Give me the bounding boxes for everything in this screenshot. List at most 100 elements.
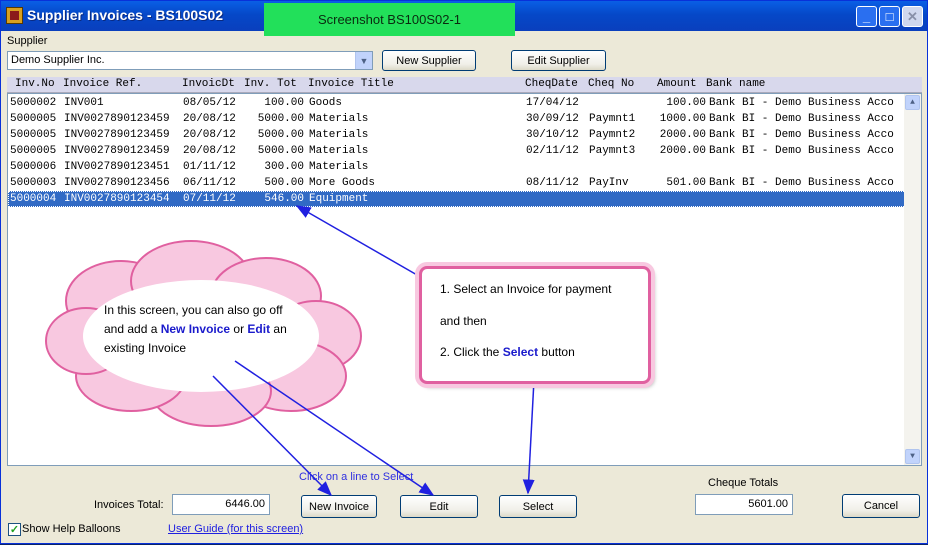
cell-inv-no: 5000004 bbox=[10, 193, 57, 205]
help-callout: 1. Select an Invoice for payment and the… bbox=[419, 266, 651, 384]
cell-inv-no: 5000003 bbox=[10, 177, 57, 189]
cell-amount: 2000.00 bbox=[659, 145, 706, 157]
cell-ref: INV0027890123451 bbox=[64, 161, 170, 173]
cell-total: 546.00 bbox=[264, 193, 304, 205]
cell-total: 500.00 bbox=[264, 177, 304, 189]
col-header-inv-no[interactable]: Inv.No bbox=[15, 78, 55, 90]
cell-title: Materials bbox=[309, 161, 369, 173]
cell-total: 100.00 bbox=[264, 97, 304, 109]
maximize-button[interactable]: □ bbox=[879, 6, 900, 27]
col-header-amount[interactable]: Amount bbox=[657, 78, 697, 90]
cell-date: 20/08/12 bbox=[183, 113, 236, 125]
cell-cheq-no: Paymnt3 bbox=[589, 145, 636, 157]
col-header-bank[interactable]: Bank name bbox=[706, 78, 765, 90]
cell-bank: Bank BI - Demo Business Acco bbox=[709, 145, 894, 157]
cell-ref: INV0027890123456 bbox=[64, 177, 170, 189]
col-header-ref[interactable]: Invoice Ref. bbox=[63, 78, 142, 90]
cloud-edit: Edit bbox=[247, 322, 271, 336]
supplier-combo[interactable]: Demo Supplier Inc. ▼ bbox=[7, 51, 373, 70]
callout-line-3: 2. Click the Select button bbox=[440, 345, 575, 359]
cell-date: 20/08/12 bbox=[183, 129, 236, 141]
table-row[interactable]: 5000003 INV0027890123456 06/11/12 500.00 Mor… bbox=[8, 175, 906, 191]
cell-ref: INV0027890123459 bbox=[64, 113, 170, 125]
new-invoice-button[interactable]: New Invoice bbox=[301, 495, 377, 518]
table-row[interactable]: 5000004 INV0027890123454 07/11/12 546.00 Equ… bbox=[8, 191, 906, 207]
cell-ref: INV0027890123459 bbox=[64, 129, 170, 141]
cell-cheq-no: PayInv bbox=[589, 177, 629, 189]
cell-date: 07/11/12 bbox=[183, 193, 236, 205]
cell-amount: 2000.00 bbox=[659, 129, 706, 141]
close-button[interactable]: ✕ bbox=[902, 6, 923, 27]
user-guide-link[interactable]: User Guide (for this screen) bbox=[168, 523, 303, 535]
cell-cheq-date: 02/11/12 bbox=[526, 145, 579, 157]
cell-date: 20/08/12 bbox=[183, 145, 236, 157]
cell-inv-no: 5000006 bbox=[10, 161, 57, 173]
screenshot-badge: Screenshot BS100S02-1 bbox=[264, 3, 515, 36]
cell-total: 300.00 bbox=[264, 161, 304, 173]
cell-amount: 1000.00 bbox=[659, 113, 706, 125]
cell-title: Materials bbox=[309, 145, 369, 157]
cell-date: 01/11/12 bbox=[183, 161, 236, 173]
app-icon bbox=[6, 7, 23, 24]
cheque-total-field: 5601.00 bbox=[695, 494, 793, 515]
cloud-text-mid: or bbox=[230, 322, 248, 336]
table-row[interactable]: 5000005 INV0027890123459 20/08/12 5000.00 Ma… bbox=[8, 143, 906, 159]
cell-bank: Bank BI - Demo Business Acco bbox=[709, 177, 894, 189]
callout-select: Select bbox=[502, 345, 539, 359]
table-row[interactable]: 5000002 INV001 08/05/12 100.00 Goods 17/04/12… bbox=[8, 95, 906, 111]
cell-cheq-date: 08/11/12 bbox=[526, 177, 579, 189]
cell-ref: INV001 bbox=[64, 97, 104, 109]
cell-bank: Bank BI - Demo Business Acco bbox=[709, 129, 894, 141]
table-row[interactable]: 5000005 INV0027890123459 20/08/12 5000.00 Ma… bbox=[8, 111, 906, 127]
cancel-button[interactable]: Cancel bbox=[842, 494, 920, 518]
col-header-date[interactable]: InvoicDt bbox=[182, 78, 235, 90]
invoices-total-field: 6446.00 bbox=[172, 494, 270, 515]
vertical-scrollbar[interactable]: ▲ ▼ bbox=[904, 94, 921, 465]
grid-header: Inv.No Invoice Ref. InvoicDt Inv. Tot In… bbox=[7, 77, 922, 93]
cell-total: 5000.00 bbox=[257, 145, 304, 157]
edit-button[interactable]: Edit bbox=[400, 495, 478, 518]
cell-bank: Bank BI - Demo Business Acco bbox=[709, 113, 894, 125]
cell-date: 08/05/12 bbox=[183, 97, 236, 109]
select-button[interactable]: Select bbox=[499, 495, 577, 518]
cloud-new-invoice: New Invoice bbox=[160, 322, 231, 336]
show-help-label: Show Help Balloons bbox=[22, 523, 121, 535]
col-header-cheq-date[interactable]: CheqDate bbox=[525, 78, 578, 90]
cell-date: 06/11/12 bbox=[183, 177, 236, 189]
window-title: Supplier Invoices - BS100S02 bbox=[27, 7, 224, 23]
col-header-cheq-no[interactable]: Cheq No bbox=[588, 78, 634, 90]
cell-cheq-date: 30/10/12 bbox=[526, 129, 579, 141]
callout-line-1: 1. Select an Invoice for payment bbox=[440, 282, 612, 296]
callout-line-3-post: button bbox=[538, 345, 575, 359]
supplier-label: Supplier bbox=[7, 35, 48, 47]
show-help-checkbox[interactable]: ✓ bbox=[8, 523, 21, 536]
minimize-button[interactable]: _ bbox=[856, 6, 877, 27]
cell-inv-no: 5000002 bbox=[10, 97, 57, 109]
cell-bank: Bank BI - Demo Business Acco bbox=[709, 97, 894, 109]
select-hint: Click on a line to Select bbox=[299, 471, 414, 483]
cell-total: 5000.00 bbox=[257, 113, 304, 125]
supplier-invoices-window: Supplier Invoices - BS100S02 _ □ ✕ Scree… bbox=[0, 0, 928, 544]
cell-cheq-date: 17/04/12 bbox=[526, 97, 579, 109]
cell-inv-no: 5000005 bbox=[10, 129, 57, 141]
cell-inv-no: 5000005 bbox=[10, 113, 57, 125]
cell-inv-no: 5000005 bbox=[10, 145, 57, 157]
invoices-total-label: Invoices Total: bbox=[94, 499, 164, 511]
edit-supplier-button[interactable]: Edit Supplier bbox=[511, 50, 606, 71]
scroll-down-icon[interactable]: ▼ bbox=[905, 449, 920, 464]
table-row[interactable]: 5000006 INV0027890123451 01/11/12 300.00 Mat… bbox=[8, 159, 906, 175]
col-header-title[interactable]: Invoice Title bbox=[308, 78, 394, 90]
col-header-total[interactable]: Inv. Tot bbox=[244, 78, 297, 90]
scroll-up-icon[interactable]: ▲ bbox=[905, 95, 920, 110]
chevron-down-icon[interactable]: ▼ bbox=[355, 52, 372, 69]
table-row[interactable]: 5000005 INV0027890123459 20/08/12 5000.00 Ma… bbox=[8, 127, 906, 143]
callout-line-2: and then bbox=[440, 314, 487, 328]
cell-title: Goods bbox=[309, 97, 343, 109]
cell-title: More Goods bbox=[309, 177, 376, 189]
cell-cheq-date: 30/09/12 bbox=[526, 113, 579, 125]
cell-amount: 100.00 bbox=[666, 97, 706, 109]
new-supplier-button[interactable]: New Supplier bbox=[382, 50, 476, 71]
cell-title: Materials bbox=[309, 129, 369, 141]
cell-total: 5000.00 bbox=[257, 129, 304, 141]
cell-cheq-no: Paymnt1 bbox=[589, 113, 636, 125]
